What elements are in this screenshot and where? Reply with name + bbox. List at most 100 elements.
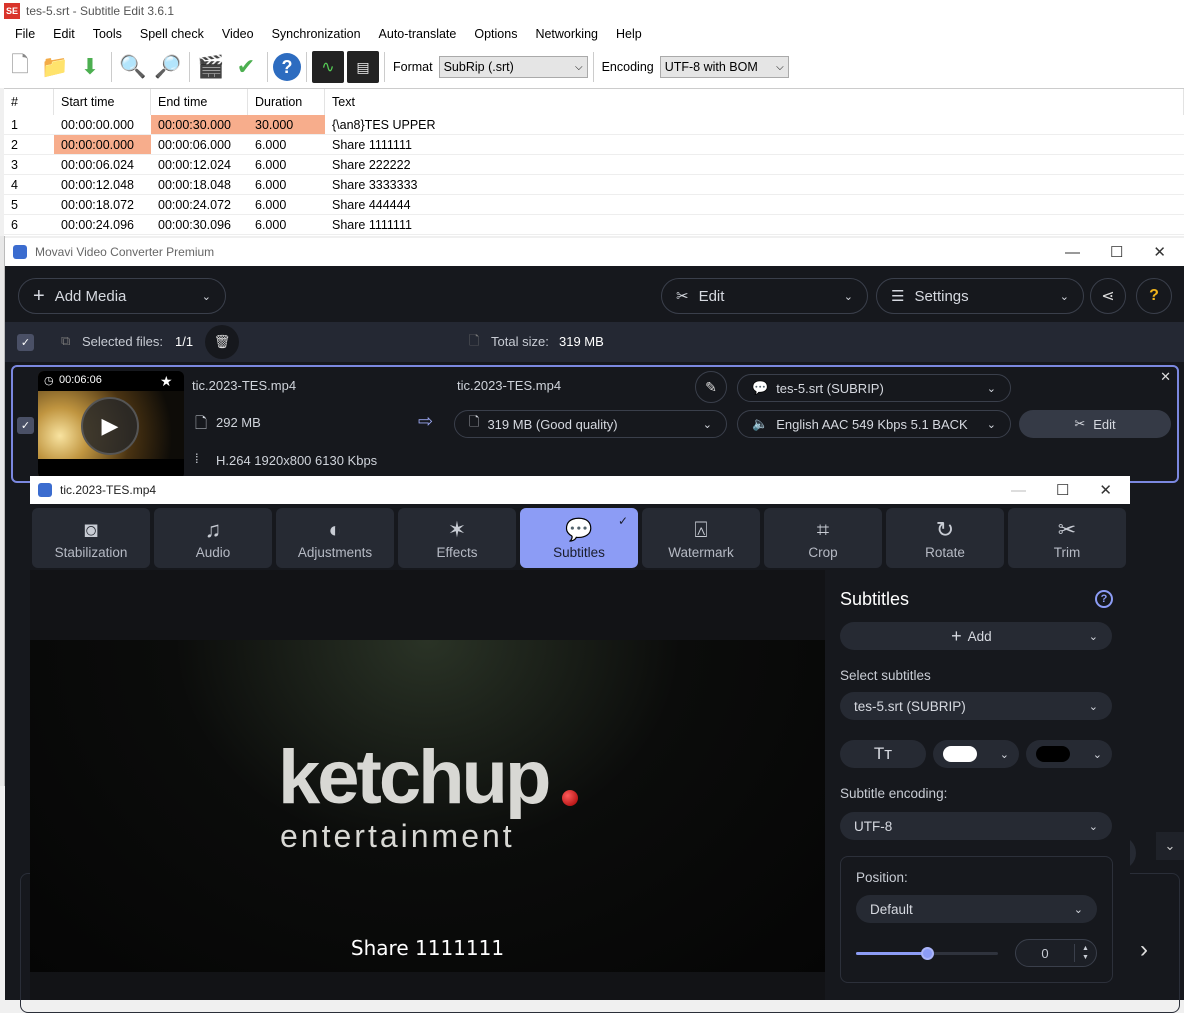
next-arrow-icon[interactable]: › [1140,936,1148,964]
position-number-stepper[interactable]: 0 ▲ ▼ [1015,939,1097,967]
col-end-time[interactable]: End time [151,89,248,115]
minimize-icon[interactable]: — [1011,482,1026,499]
tab-watermark[interactable]: ⍓ Watermark [642,508,760,568]
menu-spell-check[interactable]: Spell check [131,27,213,41]
spell-check-icon[interactable]: ✔ [230,51,262,83]
open-folder-icon[interactable]: 📁 [39,51,71,83]
new-file-icon[interactable]: 🗋 [4,51,36,83]
menu-file[interactable]: File [6,27,44,41]
tab-adjustments[interactable]: ◐ Adjustments [276,508,394,568]
subtitle-encoding-dropdown[interactable]: UTF-8 ⌄ [840,812,1112,840]
visual-sync-icon[interactable]: 🎬 [195,51,227,83]
add-media-button[interactable]: + Add Media ⌄ [18,278,226,314]
tab-effects[interactable]: ✶ Effects [398,508,516,568]
speech-bubble-icon: 💬 [752,380,769,395]
menu-tools[interactable]: Tools [84,27,131,41]
tab-audio[interactable]: ♫ Audio [154,508,272,568]
col-number[interactable]: # [4,89,54,115]
logo-red-dot [562,790,578,806]
remove-item-icon[interactable]: ✕ [1160,369,1171,385]
save-download-icon[interactable]: ⬇ [74,51,106,83]
col-start-time[interactable]: Start time [54,89,151,115]
add-subtitles-button[interactable]: + Add ⌄ [840,622,1112,650]
video-frame[interactable]: ketchup entertainment Share 1111111 [30,640,825,972]
table-row[interactable]: 6 00:00:24.096 00:00:30.096 6.000 Share 1111… [4,215,1184,235]
font-size-button[interactable]: Tт [840,740,926,768]
menu-options[interactable]: Options [465,27,526,41]
chevron-down-icon[interactable]: ⌄ [1156,832,1184,860]
menu-synchronization[interactable]: Synchronization [263,27,370,41]
tab-subtitles[interactable]: 💬 Subtitles ✓ [520,508,638,568]
minimize-icon[interactable]: — [1065,244,1080,261]
media-item[interactable]: ✓ ◷ 00:06:06 ★ ▶ tic.2023-TES.mp4 🗋 292 … [11,365,1179,483]
table-row[interactable]: 3 00:00:06.024 00:00:12.024 6.000 Share 2222… [4,155,1184,175]
menu-help[interactable]: Help [607,27,651,41]
select-subtitles-dropdown[interactable]: tes-5.srt (SUBRIP) ⌄ [840,692,1112,720]
tab-label: Rotate [925,544,965,560]
position-dropdown[interactable]: Default ⌄ [856,895,1097,923]
thumbnail-duration: 00:06:06 [59,374,102,386]
select-all-checkbox[interactable]: ✓ [17,334,34,351]
maximize-icon[interactable]: ☐ [1110,243,1123,261]
edit-menu-button[interactable]: ✂ Edit ⌄ [661,278,868,314]
audio-track-dropdown[interactable]: 🔈 English AAC 549 Kbps 5.1 BACK ⌄ [737,410,1011,438]
waveform-icon[interactable]: ∿ [312,51,344,83]
stamp-icon: ⍓ [694,516,708,542]
format-label: Format [393,60,433,74]
menu-auto-translate[interactable]: Auto-translate [370,27,466,41]
editor-window-title: tic.2023-TES.mp4 [60,483,157,497]
text-color-dropdown[interactable]: ⌄ [933,740,1019,768]
item-edit-button[interactable]: ✂ Edit [1019,410,1171,438]
stepper-arrows-icon[interactable]: ▲ ▼ [1074,944,1096,962]
col-duration[interactable]: Duration [248,89,325,115]
convert-arrow-icon: ⇨ [418,411,434,431]
replace-icon[interactable]: 🔎 [152,51,184,83]
table-row[interactable]: 5 00:00:18.072 00:00:24.072 6.000 Share 4444… [4,195,1184,215]
encoding-label: Encoding [601,60,654,74]
tab-crop[interactable]: ⌗ Crop [764,508,882,568]
share-icon[interactable]: ⋖ [1090,278,1126,314]
menu-networking[interactable]: Networking [526,27,607,41]
close-icon[interactable]: ✕ [1153,243,1166,261]
position-slider[interactable] [856,947,998,960]
tab-label: Stabilization [54,544,128,560]
tab-label: Crop [808,544,838,560]
help-icon[interactable]: ? [1136,278,1172,314]
item-checkbox[interactable]: ✓ [17,417,34,434]
plus-icon: + [951,625,962,646]
movavi-app-icon [38,483,52,497]
selection-bar: ✓ ⧉ Selected files: 1/1 🗑 🗋 Total size: … [5,322,1184,362]
table-row[interactable]: 1 00:00:00.000 00:00:30.000 30.000 {\an8}TES… [4,115,1184,135]
close-icon[interactable]: ✕ [1099,481,1112,499]
slider-handle[interactable] [921,947,934,960]
help-icon[interactable]: ? [273,53,301,81]
format-select[interactable]: SubRip (.srt) ⌵ [438,56,588,78]
background-color-dropdown[interactable]: ⌄ [1026,740,1112,768]
col-text[interactable]: Text [325,89,1184,115]
maximize-icon[interactable]: ☐ [1056,481,1069,499]
tab-rotate[interactable]: ↻ Rotate [886,508,1004,568]
settings-button[interactable]: ☰ Settings ⌄ [876,278,1084,314]
video-clapper-icon[interactable]: ▤ [347,51,379,83]
pencil-icon[interactable]: ✎ [695,371,727,403]
trash-icon[interactable]: 🗑 [205,325,239,359]
table-row[interactable]: 4 00:00:12.048 00:00:18.048 6.000 Share 3333… [4,175,1184,195]
output-quality-dropdown[interactable]: 🗋 319 MB (Good quality) ⌄ [454,410,727,438]
tab-trim[interactable]: ✂ Trim [1008,508,1126,568]
video-thumbnail[interactable]: ◷ 00:06:06 ★ ▶ [38,371,184,479]
table-cell: Share 444444 [332,197,411,212]
subtitle-track-dropdown[interactable]: 💬 tes-5.srt (SUBRIP) ⌄ [737,374,1011,402]
table-cell: 00:00:12.024 [158,157,231,172]
file-icon: 🗋 [469,414,480,429]
find-icon[interactable]: 🔍 [117,51,149,83]
help-icon[interactable]: ? [1095,590,1113,608]
table-row[interactable]: 2 00:00:00.000 00:00:06.000 6.000 Share 1111… [4,135,1184,155]
menu-edit[interactable]: Edit [44,27,84,41]
menu-video[interactable]: Video [213,27,263,41]
chevron-down-icon: ⌄ [986,382,996,395]
encoding-select[interactable]: UTF-8 with BOM ⌵ [659,56,789,78]
star-icon[interactable]: ★ [160,373,173,390]
tab-stabilization[interactable]: ◙ Stabilization [32,508,150,568]
play-icon[interactable]: ▶ [81,397,139,455]
add-media-label: Add Media [54,287,127,305]
